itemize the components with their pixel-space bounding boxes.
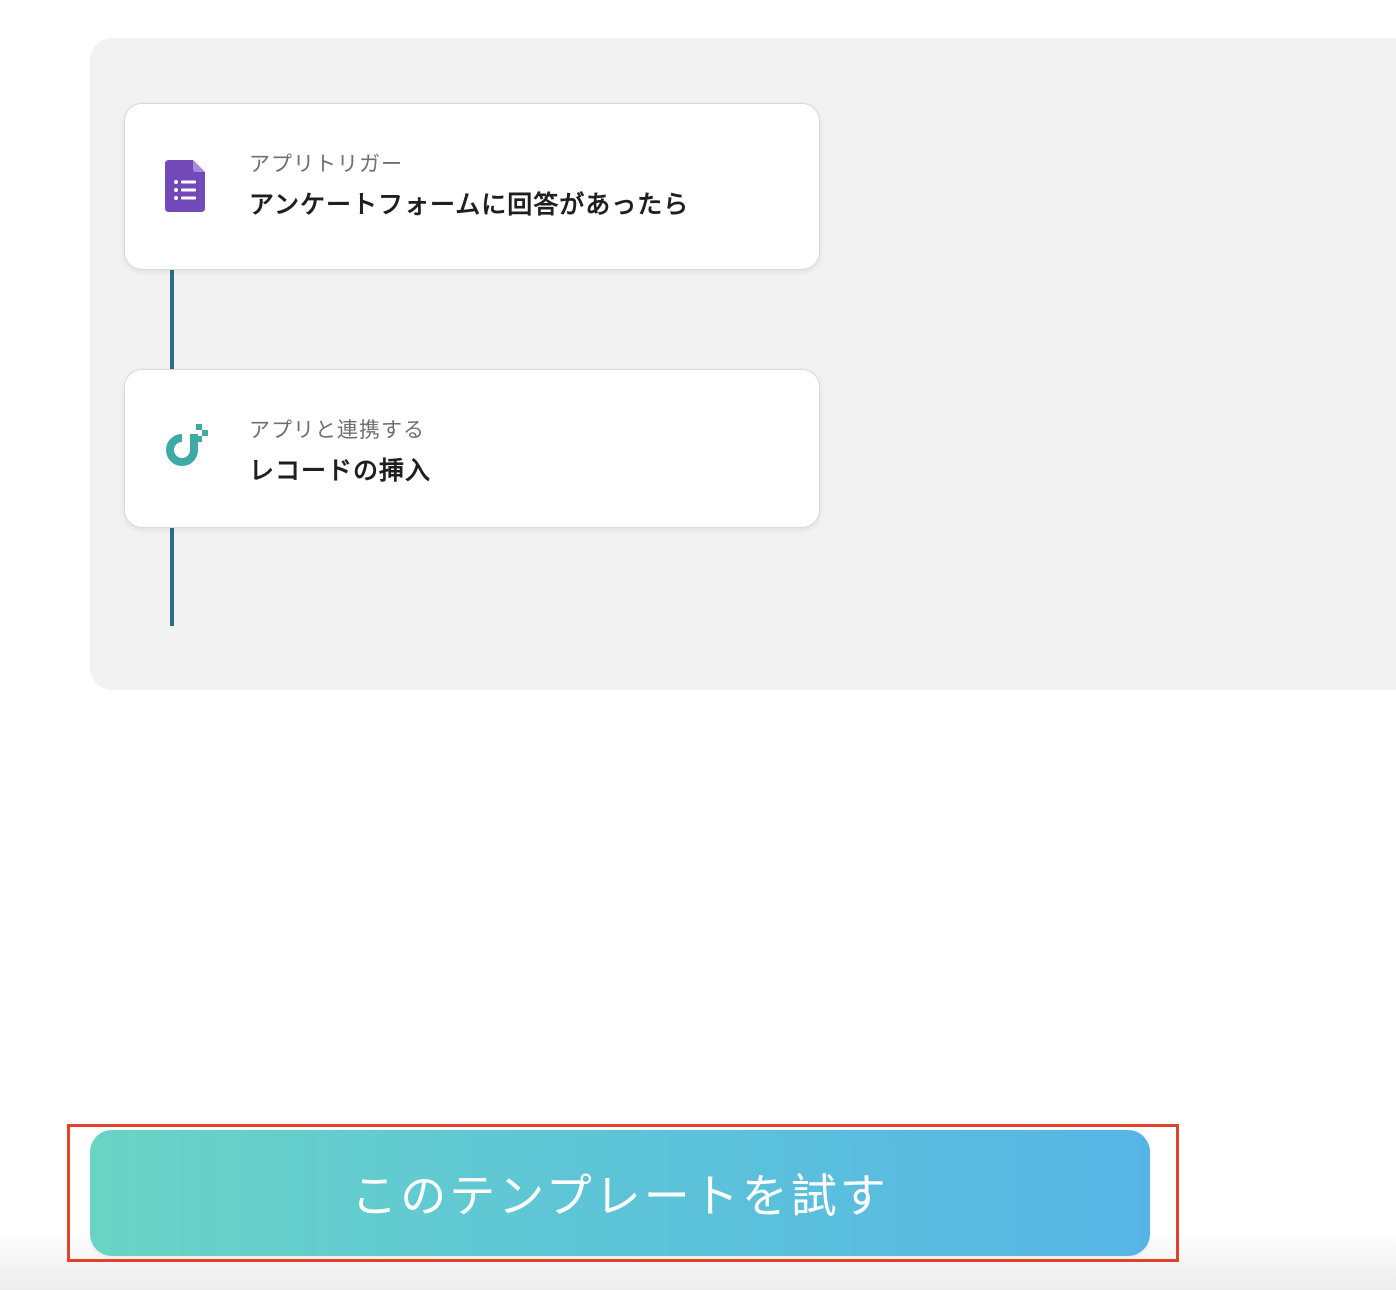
app-logo-icon (166, 424, 208, 466)
highlight-annotation (67, 1124, 1179, 1262)
step-kind-label: アプリと連携する (249, 418, 425, 442)
step-title: レコードの挿入 (249, 456, 432, 485)
flow-connector-line (170, 270, 174, 370)
google-forms-icon (165, 160, 205, 212)
step-kind-label: アプリトリガー (249, 152, 403, 176)
flow-connector-line (170, 528, 174, 626)
step-title: アンケートフォームに回答があったら (249, 190, 690, 219)
page: アプリトリガー アンケートフォームに回答があったら アプリと連携する レコードの… (0, 0, 1396, 1290)
flow-step-action[interactable]: アプリと連携する レコードの挿入 (124, 369, 820, 528)
flow-step-trigger[interactable]: アプリトリガー アンケートフォームに回答があったら (124, 103, 820, 270)
